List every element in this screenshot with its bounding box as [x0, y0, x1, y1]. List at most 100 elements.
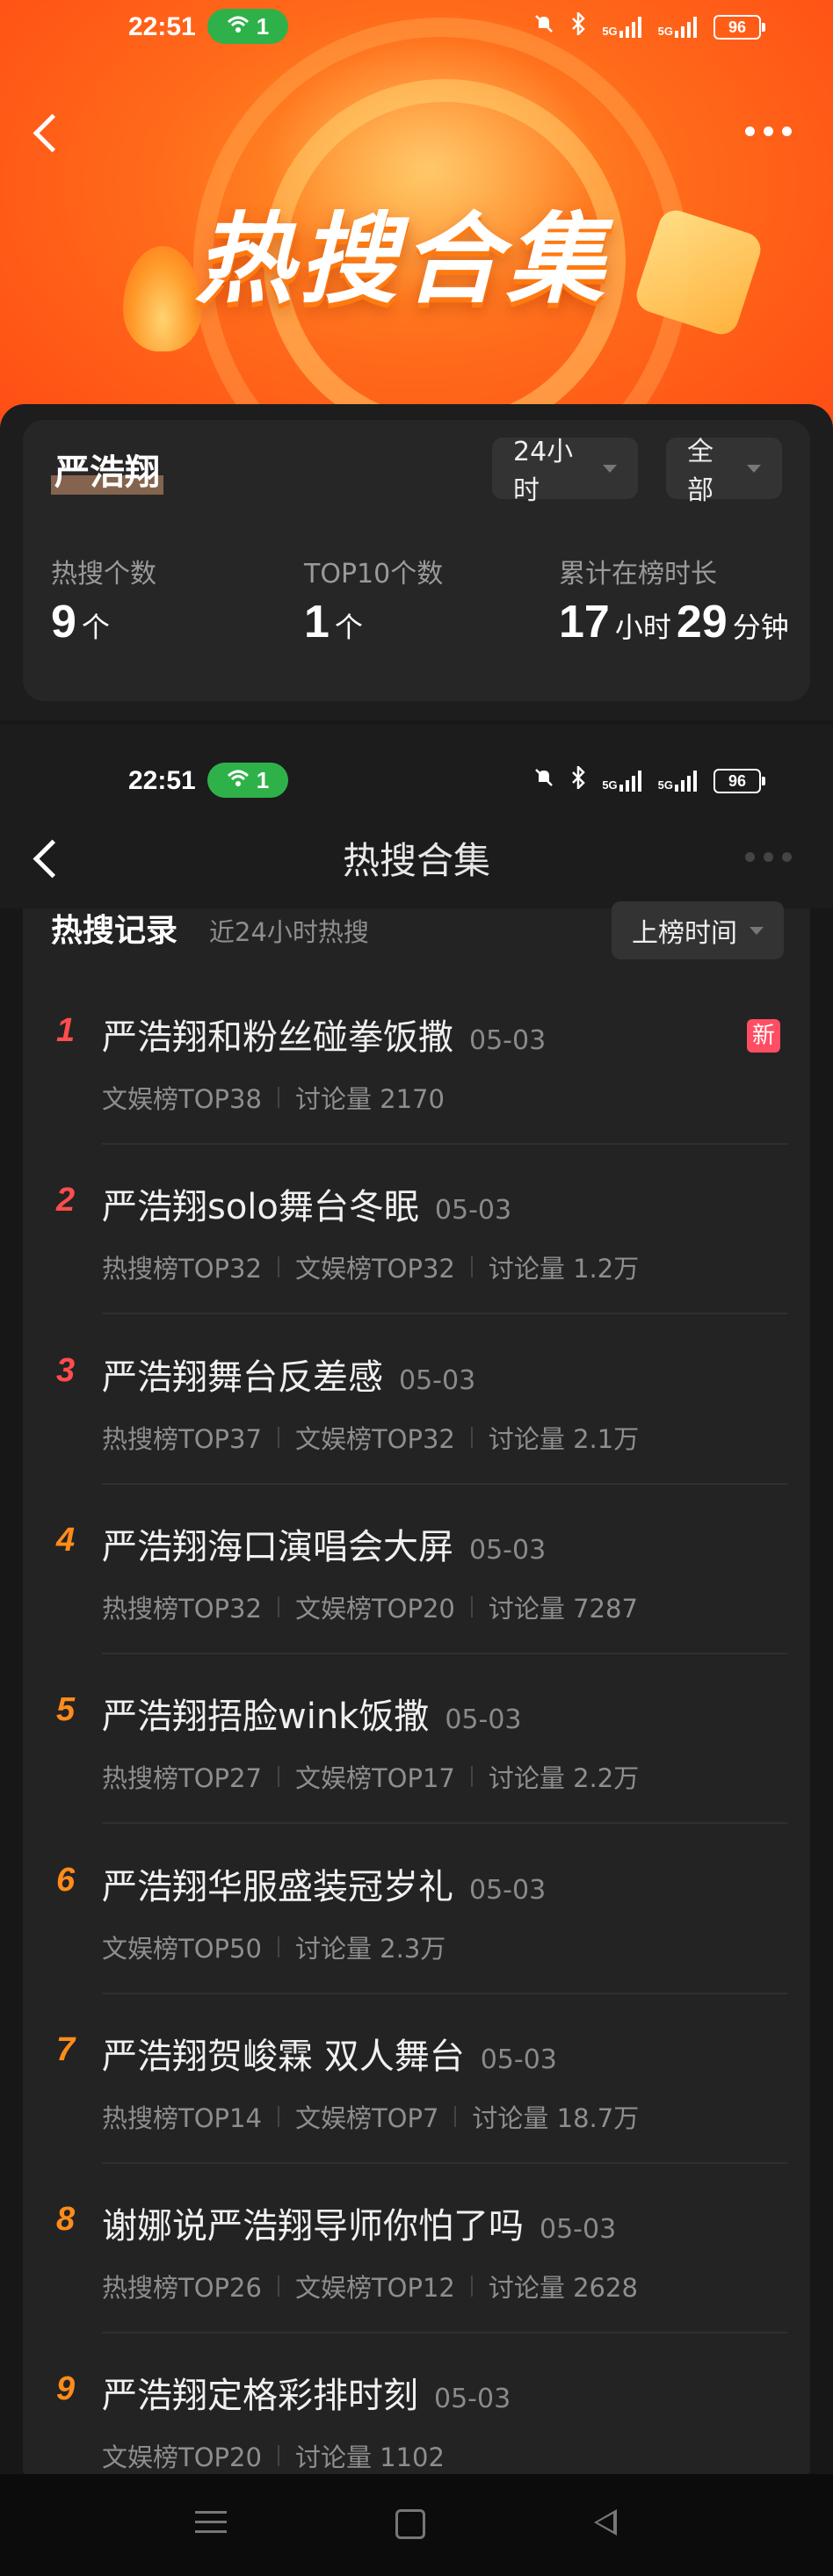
item-tag: 讨论量 2.2万	[488, 1763, 640, 1794]
list-item[interactable]: 1 严浩翔和粉丝碰拳饭撒 05-03 文娱榜TOP38 讨论量 2170 新	[23, 975, 810, 1145]
item-title: 严浩翔solo舞台冬眠 05-03	[102, 1178, 511, 1229]
list-item[interactable]: 8 谢娜说严浩翔导师你怕了吗 05-03 热搜榜TOP26 文娱榜TOP12 讨论量 26…	[23, 2164, 810, 2334]
records-subtitle: 近24小时热搜	[209, 917, 369, 947]
item-tag: 讨论量 2.1万	[488, 1423, 640, 1454]
more-icon[interactable]	[745, 127, 792, 136]
item-date: 05-03	[399, 1364, 476, 1396]
wifi-icon	[227, 13, 250, 40]
item-meta: 文娱榜TOP50 讨论量 2.3万	[102, 1928, 445, 1965]
item-tag: 讨论量 2628	[488, 2273, 638, 2304]
signal-icon: 5G	[657, 16, 698, 38]
wifi-hotspot-indicator: 1	[207, 763, 288, 798]
battery-icon: 96	[713, 14, 765, 40]
item-title-text: 谢娜说严浩翔导师你怕了吗	[102, 2206, 524, 2247]
stat-minutes: 29	[676, 597, 728, 648]
item-tag: 讨论量 2.3万	[294, 1933, 446, 1964]
stat-value-count: 9个	[51, 596, 115, 648]
more-icon[interactable]	[745, 852, 792, 862]
signal-label: 5G	[657, 24, 673, 38]
sort-label: 上榜时间	[632, 918, 737, 949]
stat-unit: 个	[81, 611, 110, 644]
item-meta: 热搜榜TOP26 文娱榜TOP12 讨论量 2628	[102, 2268, 638, 2305]
list-item[interactable]: 4 严浩翔海口演唱会大屏 05-03 热搜榜TOP32 文娱榜TOP20 讨论量 7287	[23, 1485, 810, 1654]
type-filter-label: 全部	[687, 437, 713, 506]
flame-icon	[123, 246, 202, 351]
separator	[454, 2105, 457, 2127]
separator	[277, 1087, 279, 1108]
stat-number: 1	[304, 597, 330, 648]
stat-hours: 17	[559, 597, 610, 648]
hero-banner: 热搜合集	[0, 0, 833, 457]
separator	[277, 2445, 279, 2467]
menu-icon[interactable]	[195, 2511, 227, 2540]
list-item[interactable]: 6 严浩翔华服盛装冠岁礼 05-03 文娱榜TOP50 讨论量 2.3万	[23, 1825, 810, 1994]
nav-back-icon[interactable]	[594, 2509, 617, 2536]
mute-bell-icon	[533, 13, 554, 40]
list-item[interactable]: 5 严浩翔捂脸wink饭撒 05-03 热搜榜TOP27 文娱榜TOP17 讨论量 2.2…	[23, 1654, 810, 1825]
rank-number: 2	[56, 1182, 76, 1219]
type-filter-dropdown[interactable]: 全部	[666, 437, 782, 506]
item-date: 05-03	[469, 1534, 547, 1566]
item-meta: 热搜榜TOP32 文娱榜TOP20 讨论量 7287	[102, 1588, 638, 1625]
person-name: 严浩翔	[51, 444, 163, 495]
chevron-down-icon	[603, 464, 617, 473]
rank-number: 1	[56, 1012, 76, 1049]
stat-label-duration: 累计在榜时长	[559, 559, 717, 590]
status-icons: 5G 5G 96	[533, 10, 765, 41]
stat-value-duration: 17 小时 29 分钟	[559, 596, 794, 648]
item-tag: 热搜榜TOP32	[102, 1254, 262, 1284]
item-date: 05-03	[469, 1874, 547, 1906]
item-tag: 文娱榜TOP20	[102, 2442, 262, 2473]
time-filter-label: 24小时	[513, 437, 574, 506]
bluetooth-icon	[570, 763, 586, 795]
item-tag: 热搜榜TOP27	[102, 1763, 262, 1794]
rank-number: 4	[56, 1521, 76, 1559]
status-bar: 22:51 1 5G 5G 96	[0, 754, 833, 807]
item-title: 严浩翔捂脸wink饭撒 05-03	[102, 1688, 522, 1739]
rank-number: 7	[56, 2030, 76, 2068]
new-badge: 新	[747, 1019, 780, 1053]
item-title: 严浩翔贺峻霖 双人舞台 05-03	[102, 2028, 557, 2079]
rank-number: 8	[56, 2201, 76, 2239]
item-tag: 热搜榜TOP37	[102, 1423, 262, 1454]
item-title: 严浩翔定格彩排时刻 05-03	[102, 2367, 511, 2418]
signal-icon: 5G	[602, 16, 641, 38]
item-title: 严浩翔华服盛装冠岁礼 05-03	[102, 1858, 546, 1909]
chevron-down-icon	[747, 464, 761, 473]
item-title-text: 严浩翔贺峻霖 双人舞台	[102, 2036, 465, 2077]
home-icon[interactable]	[395, 2509, 425, 2539]
item-tag: 文娱榜TOP38	[102, 1084, 262, 1114]
item-date: 05-03	[445, 1704, 522, 1736]
list-item[interactable]: 3 严浩翔舞台反差感 05-03 热搜榜TOP37 文娱榜TOP32 讨论量 2.1万	[23, 1315, 810, 1485]
item-title: 严浩翔和粉丝碰拳饭撒 05-03	[102, 1009, 546, 1060]
signal-icon: 5G	[602, 770, 641, 792]
wifi-hotspot-indicator: 1	[207, 9, 288, 44]
stat-label-count: 热搜个数	[51, 559, 156, 590]
item-meta: 热搜榜TOP37 文娱榜TOP32 讨论量 2.1万	[102, 1419, 639, 1456]
status-icons: 5G 5G 96	[533, 763, 765, 795]
item-meta: 热搜榜TOP14 文娱榜TOP7 讨论量 18.7万	[102, 2098, 639, 2135]
separator	[277, 1256, 279, 1278]
wifi-count: 1	[256, 12, 270, 40]
separator	[277, 1766, 279, 1788]
item-title: 严浩翔海口演唱会大屏 05-03	[102, 1518, 546, 1569]
banner-title: 热搜合集	[195, 203, 610, 317]
separator	[277, 1936, 279, 1957]
time-filter-dropdown[interactable]: 24小时	[492, 437, 638, 506]
separator	[470, 2276, 473, 2297]
separator	[277, 1596, 279, 1617]
item-title-text: 严浩翔华服盛装冠岁礼	[102, 1866, 453, 1907]
sort-dropdown[interactable]: 上榜时间	[612, 901, 784, 959]
item-tag: 讨论量 7287	[488, 1593, 638, 1624]
item-title: 谢娜说严浩翔导师你怕了吗 05-03	[102, 2197, 616, 2248]
item-tag: 文娱榜TOP20	[294, 1593, 455, 1624]
signal-label: 5G	[602, 24, 618, 38]
list-item[interactable]: 7 严浩翔贺峻霖 双人舞台 05-03 热搜榜TOP14 文娱榜TOP7 讨论量 18.7…	[23, 1994, 810, 2164]
item-tag: 讨论量 1.2万	[488, 1254, 640, 1284]
mute-bell-icon	[533, 767, 554, 794]
item-title-text: 严浩翔solo舞台冬眠	[102, 1187, 419, 1228]
signal-icon: 5G	[658, 770, 698, 792]
item-meta: 热搜榜TOP32 文娱榜TOP32 讨论量 1.2万	[102, 1248, 639, 1285]
item-date: 05-03	[540, 2214, 617, 2246]
list-item[interactable]: 2 严浩翔solo舞台冬眠 05-03 热搜榜TOP32 文娱榜TOP32 讨论量 1.2…	[23, 1145, 810, 1315]
